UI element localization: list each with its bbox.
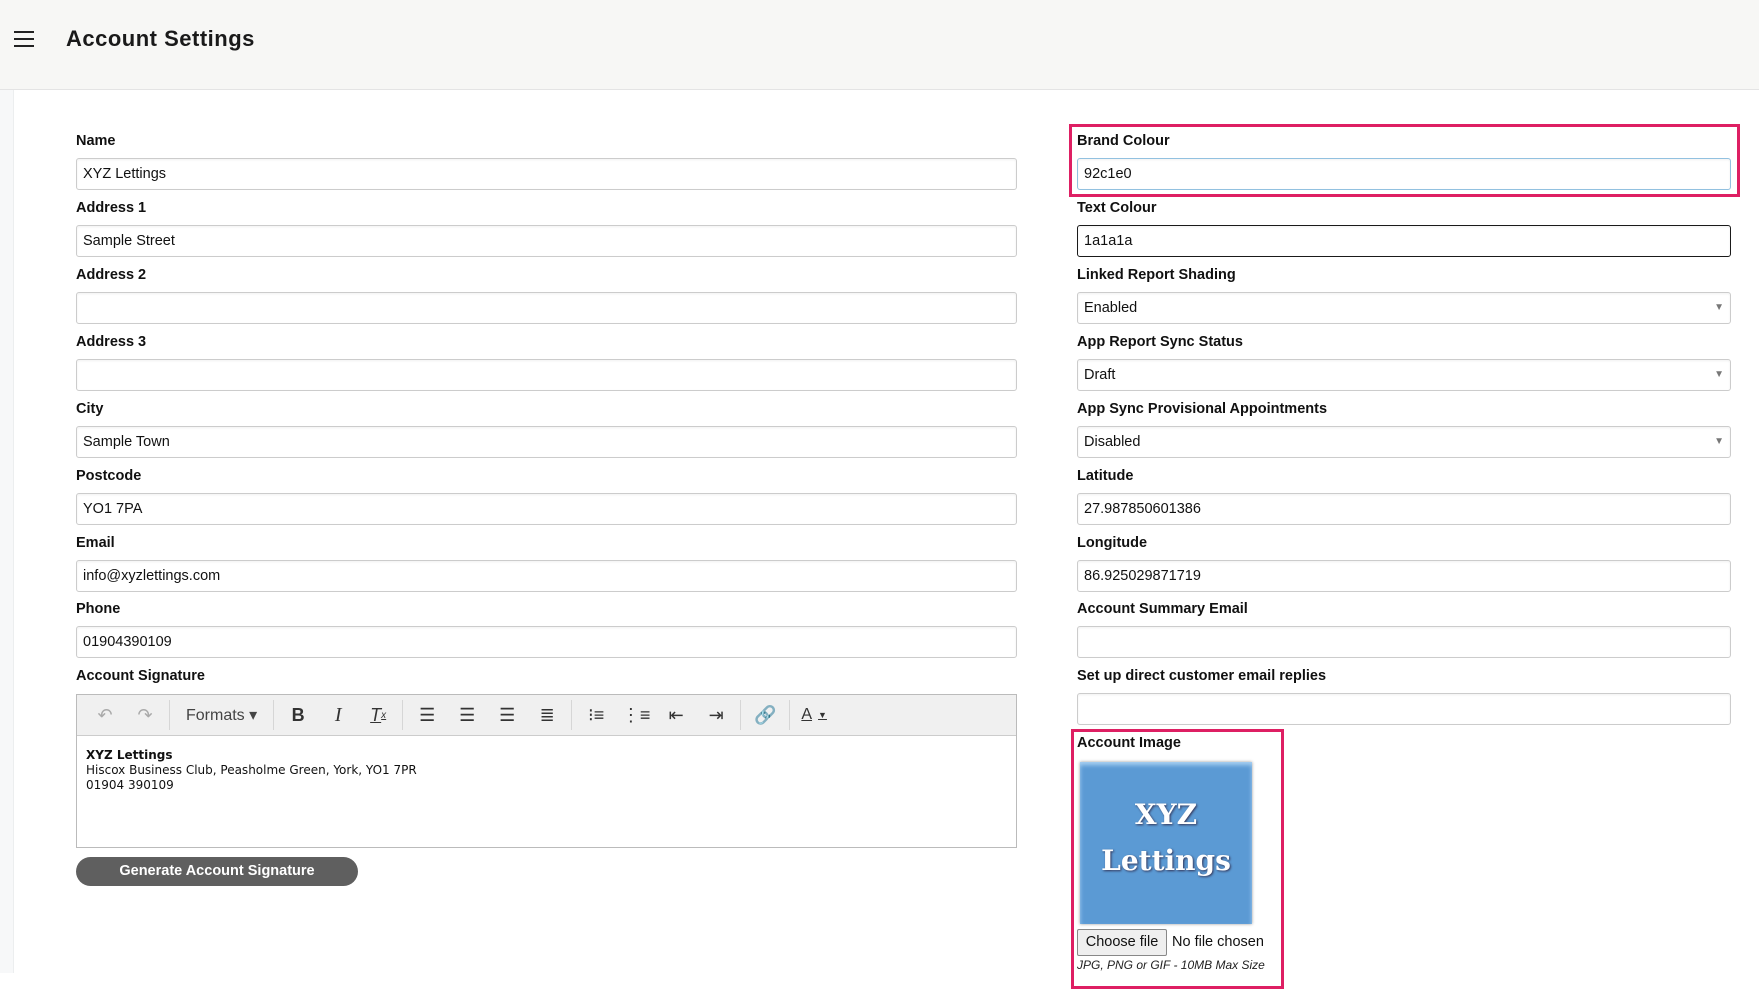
signature-address: Hiscox Business Club, Peasholme Green, Y…	[86, 763, 417, 777]
formats-dropdown[interactable]: Formats ▾	[174, 705, 269, 725]
editor-toolbar: ↶ ↷ Formats ▾ B I Tx ☰ ☰ ☰ ≣ ⁝≡ ⋮≡ ⇤ ⇥ 🔗…	[77, 695, 1016, 736]
page-title: Account Settings	[66, 26, 255, 51]
email-input[interactable]: info@xyzlettings.com	[76, 560, 1017, 592]
phone-label: Phone	[76, 601, 121, 617]
link-icon[interactable]: 🔗	[745, 700, 785, 730]
signature-name: XYZ Lettings	[86, 748, 173, 762]
italic-icon[interactable]: I	[318, 700, 358, 730]
postcode-input[interactable]: YO1 7PA	[76, 493, 1017, 525]
latitude-label: Latitude	[1077, 468, 1134, 484]
menu-icon[interactable]	[14, 31, 34, 47]
text-colour-label: Text Colour	[1077, 200, 1157, 216]
linked-report-shading-label: Linked Report Shading	[1077, 267, 1236, 283]
city-input[interactable]: Sample Town	[76, 426, 1017, 458]
app-sync-provisional-select[interactable]: Disabled	[1077, 426, 1731, 458]
file-status: No file chosen	[1172, 934, 1264, 950]
generate-signature-button[interactable]: Generate Account Signature	[76, 857, 358, 886]
align-justify-icon[interactable]: ≣	[527, 700, 567, 730]
linked-report-shading-select[interactable]: Enabled	[1077, 292, 1731, 324]
postcode-label: Postcode	[76, 468, 142, 484]
header: Account Settings	[0, 0, 1759, 90]
brand-colour-label: Brand Colour	[1077, 133, 1170, 149]
clear-format-icon[interactable]: Tx	[358, 700, 398, 730]
divider	[402, 700, 404, 730]
app-report-sync-label: App Report Sync Status	[1077, 334, 1243, 350]
app-report-sync-select[interactable]: Draft	[1077, 359, 1731, 391]
brand-colour-input[interactable]: 92c1e0	[1077, 158, 1731, 190]
editor-content[interactable]: XYZ Lettings Hiscox Business Club, Peash…	[77, 736, 1016, 805]
sidebar-edge	[0, 90, 14, 973]
signature-editor: ↶ ↷ Formats ▾ B I Tx ☰ ☰ ☰ ≣ ⁝≡ ⋮≡ ⇤ ⇥ 🔗…	[76, 694, 1017, 848]
numbered-list-icon[interactable]: ⋮≡	[616, 700, 656, 730]
align-center-icon[interactable]: ☰	[447, 700, 487, 730]
longitude-label: Longitude	[1077, 535, 1148, 551]
file-hint: JPG, PNG or GIF - 10MB Max Size	[1077, 958, 1265, 972]
align-left-icon[interactable]: ☰	[407, 700, 447, 730]
formats-label: Formats	[186, 707, 245, 724]
selected-value: Enabled	[1084, 300, 1138, 316]
redo-icon[interactable]: ↷	[125, 700, 165, 730]
email-replies-label: Set up direct customer email replies	[1077, 668, 1327, 684]
signature-label: Account Signature	[76, 668, 205, 684]
address3-input[interactable]	[76, 359, 1017, 391]
signature-phone: 01904 390109	[86, 778, 174, 792]
city-label: City	[76, 401, 104, 417]
name-label: Name	[76, 133, 116, 149]
summary-email-input[interactable]	[1077, 626, 1731, 658]
account-logo-image: XYZ Lettings	[1080, 762, 1252, 924]
outdent-icon[interactable]: ⇤	[656, 700, 696, 730]
text-colour-input[interactable]: 1a1a1a	[1077, 225, 1731, 257]
align-right-icon[interactable]: ☰	[487, 700, 527, 730]
divider	[740, 700, 742, 730]
text-color-icon[interactable]: A ▼	[794, 700, 834, 730]
phone-input[interactable]: 01904390109	[76, 626, 1017, 658]
selected-value: Disabled	[1084, 434, 1141, 450]
longitude-input[interactable]: 86.925029871719	[1077, 560, 1731, 592]
account-image-label: Account Image	[1077, 735, 1181, 751]
address1-label: Address 1	[76, 200, 147, 216]
name-input[interactable]: XYZ Lettings	[76, 158, 1017, 190]
address3-label: Address 3	[76, 334, 147, 350]
divider	[789, 700, 791, 730]
divider	[273, 700, 275, 730]
indent-icon[interactable]: ⇥	[696, 700, 736, 730]
undo-icon[interactable]: ↶	[85, 700, 125, 730]
email-label: Email	[76, 535, 115, 551]
address2-label: Address 2	[76, 267, 147, 283]
address1-input[interactable]: Sample Street	[76, 225, 1017, 257]
address2-input[interactable]	[76, 292, 1017, 324]
latitude-input[interactable]: 27.987850601386	[1077, 493, 1731, 525]
choose-file-button[interactable]: Choose file	[1077, 929, 1167, 956]
divider	[571, 700, 573, 730]
bold-icon[interactable]: B	[278, 700, 318, 730]
app-sync-provisional-label: App Sync Provisional Appointments	[1077, 401, 1328, 417]
bullet-list-icon[interactable]: ⁝≡	[576, 700, 616, 730]
email-replies-input[interactable]	[1077, 693, 1731, 725]
divider	[169, 700, 170, 730]
selected-value: Draft	[1084, 367, 1116, 383]
summary-email-label: Account Summary Email	[1077, 601, 1248, 617]
